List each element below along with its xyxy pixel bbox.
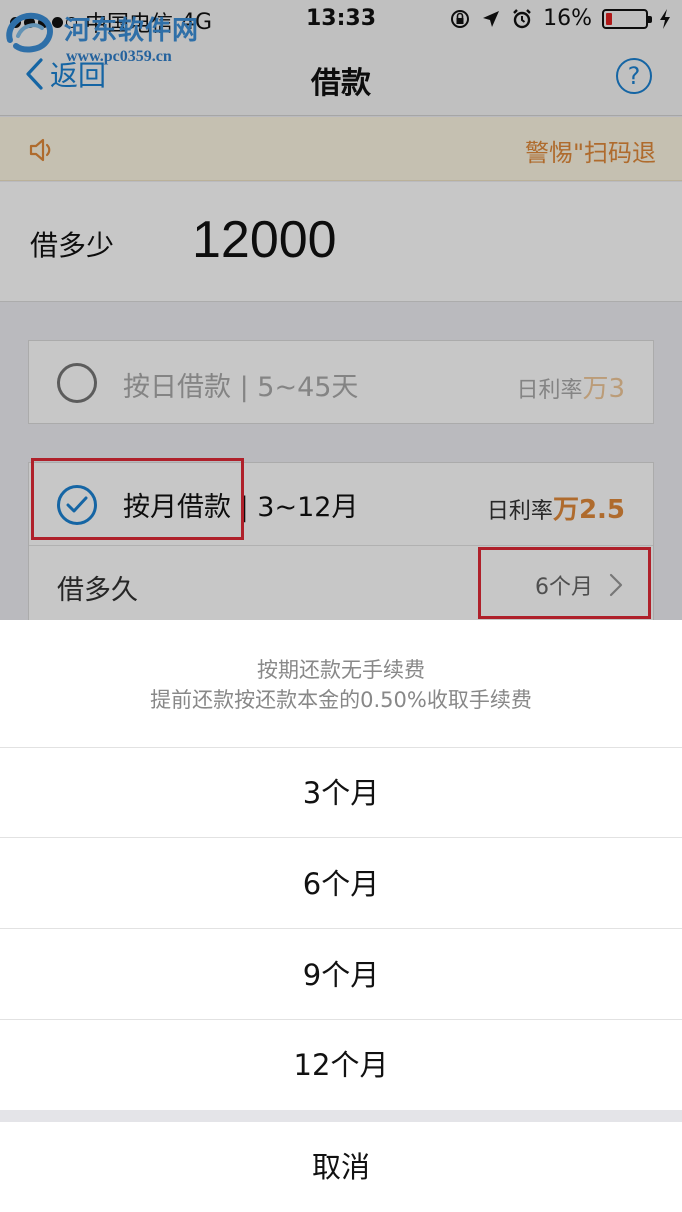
sheet-option-6-months[interactable]: 6个月 [0, 839, 682, 929]
sheet-option-3-months[interactable]: 3个月 [0, 748, 682, 838]
duration-action-sheet: 按期还款无手续费 提前还款按还款本金的0.50%收取手续费 3个月 6个月 9个… [0, 620, 682, 1212]
sheet-note-line2: 提前还款按还款本金的0.50%收取手续费 [150, 688, 532, 712]
sheet-separator [0, 1110, 682, 1122]
sheet-option-9-months[interactable]: 9个月 [0, 930, 682, 1020]
sheet-header: 按期还款无手续费 提前还款按还款本金的0.50%收取手续费 [0, 620, 682, 748]
cancel-button[interactable]: 取消 [0, 1122, 682, 1212]
sheet-note-line1: 按期还款无手续费 [257, 658, 425, 682]
sheet-option-12-months[interactable]: 12个月 [0, 1020, 682, 1110]
